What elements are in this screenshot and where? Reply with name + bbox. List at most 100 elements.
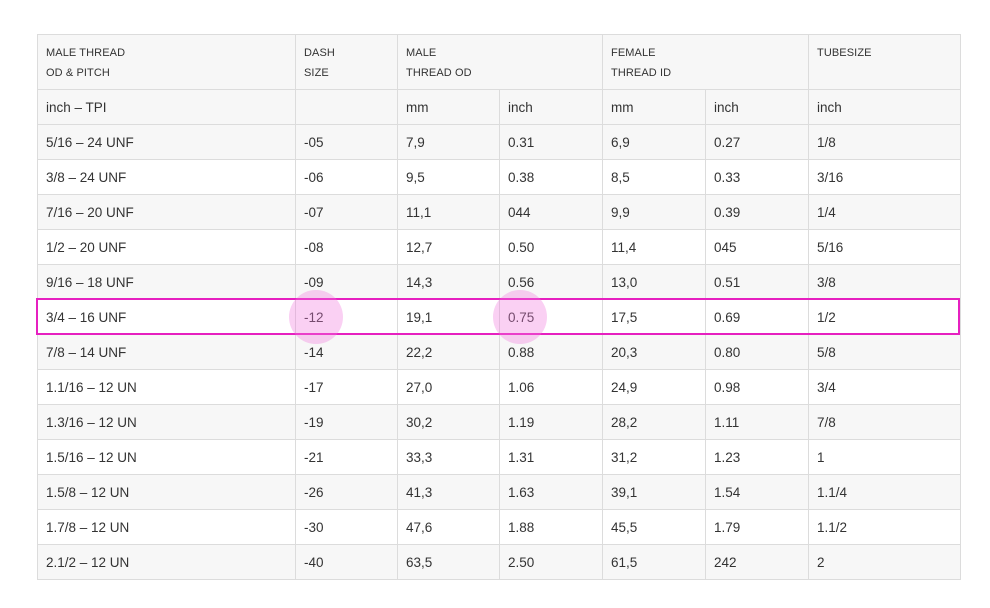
- tubesize-cell: 3/8: [808, 264, 961, 300]
- female-id-inch-cell: 0.69: [705, 299, 809, 335]
- female-id-inch-cell: 1.23: [705, 439, 809, 475]
- unit-cell: mm: [602, 89, 706, 125]
- thread-od-pitch-cell: 2.1/2 – 12 UN: [37, 544, 296, 580]
- female-id-inch-cell: 0.39: [705, 194, 809, 230]
- male-od-inch-cell: 1.88: [499, 509, 603, 545]
- header-tubesize: TUBESIZE: [808, 34, 961, 90]
- dash-size-cell: -12: [295, 299, 398, 335]
- female-id-inch-cell: 0.98: [705, 369, 809, 405]
- dash-size-cell: -08: [295, 229, 398, 265]
- female-id-mm-cell: 9,9: [602, 194, 706, 230]
- female-id-inch-cell: 1.54: [705, 474, 809, 510]
- table-row[interactable]: 1/2 – 20 UNF -08 12,7 0.50 11,4 045 5/16: [37, 229, 961, 265]
- dash-size-cell: -30: [295, 509, 398, 545]
- tubesize-cell: 3/16: [808, 159, 961, 195]
- female-id-inch-cell: 045: [705, 229, 809, 265]
- header-dash-size: DASH SIZE: [295, 34, 398, 90]
- male-od-inch-cell: 044: [499, 194, 603, 230]
- female-id-inch-cell: 0.80: [705, 334, 809, 370]
- tubesize-cell: 1/2: [808, 299, 961, 335]
- tubesize-cell: 5/8: [808, 334, 961, 370]
- thread-od-pitch-cell: 3/4 – 16 UNF: [37, 299, 296, 335]
- thread-size-table-container: MALE THREAD OD & PITCH DASH SIZE MALE TH…: [37, 34, 961, 580]
- thread-size-table: MALE THREAD OD & PITCH DASH SIZE MALE TH…: [37, 34, 961, 580]
- thread-od-pitch-cell: 7/16 – 20 UNF: [37, 194, 296, 230]
- male-od-mm-cell: 9,5: [397, 159, 500, 195]
- female-id-inch-cell: 0.51: [705, 264, 809, 300]
- tubesize-cell: 1/8: [808, 124, 961, 160]
- dash-size-cell: -14: [295, 334, 398, 370]
- unit-cell: inch – TPI: [37, 89, 296, 125]
- table-row[interactable]: 7/16 – 20 UNF -07 11,1 044 9,9 0.39 1/4: [37, 194, 961, 230]
- table-row[interactable]: 1.1/16 – 12 UN -17 27,0 1.06 24,9 0.98 3/4: [37, 369, 961, 405]
- thread-od-pitch-cell: 1.7/8 – 12 UN: [37, 509, 296, 545]
- female-id-inch-cell: 242: [705, 544, 809, 580]
- table-row[interactable]: 3/8 – 24 UNF -06 9,5 0.38 8,5 0.33 3/16: [37, 159, 961, 195]
- table-row[interactable]: 1.7/8 – 12 UN -30 47,6 1.88 45,5 1.79 1.1/2: [37, 509, 961, 545]
- header-female-thread-id: FEMALE THREAD ID: [602, 34, 809, 90]
- tubesize-cell: 3/4: [808, 369, 961, 405]
- female-id-mm-cell: 28,2: [602, 404, 706, 440]
- thread-od-pitch-cell: 1.5/16 – 12 UN: [37, 439, 296, 475]
- male-od-mm-cell: 19,1: [397, 299, 500, 335]
- female-id-mm-cell: 45,5: [602, 509, 706, 545]
- male-od-inch-cell: 2.50: [499, 544, 603, 580]
- tubesize-cell: 1.1/4: [808, 474, 961, 510]
- unit-cell: mm: [397, 89, 500, 125]
- header-row: MALE THREAD OD & PITCH DASH SIZE MALE TH…: [37, 34, 961, 90]
- dash-size-cell: -21: [295, 439, 398, 475]
- table-row[interactable]: 1.5/8 – 12 UN -26 41,3 1.63 39,1 1.54 1.1/4: [37, 474, 961, 510]
- dash-size-cell: -40: [295, 544, 398, 580]
- female-id-mm-cell: 17,5: [602, 299, 706, 335]
- table-row[interactable]: 5/16 – 24 UNF -05 7,9 0.31 6,9 0.27 1/8: [37, 124, 961, 160]
- tubesize-cell: 2: [808, 544, 961, 580]
- unit-cell: inch: [705, 89, 809, 125]
- table-row[interactable]: 9/16 – 18 UNF -09 14,3 0.56 13,0 0.51 3/8: [37, 264, 961, 300]
- table-row[interactable]: 7/8 – 14 UNF -14 22,2 0.88 20,3 0.80 5/8: [37, 334, 961, 370]
- header-male-thread-od-pitch: MALE THREAD OD & PITCH: [37, 34, 296, 90]
- male-od-mm-cell: 47,6: [397, 509, 500, 545]
- male-od-inch-cell: 0.31: [499, 124, 603, 160]
- male-od-mm-cell: 63,5: [397, 544, 500, 580]
- dash-size-cell: -05: [295, 124, 398, 160]
- tubesize-cell: 7/8: [808, 404, 961, 440]
- female-id-mm-cell: 31,2: [602, 439, 706, 475]
- male-od-inch-cell: 0.56: [499, 264, 603, 300]
- header-line: MALE: [406, 47, 437, 59]
- male-od-mm-cell: 11,1: [397, 194, 500, 230]
- table-row[interactable]: 1.5/16 – 12 UN -21 33,3 1.31 31,2 1.23 1: [37, 439, 961, 475]
- dash-size-cell: -26: [295, 474, 398, 510]
- header-line: THREAD ID: [611, 67, 672, 79]
- female-id-mm-cell: 11,4: [602, 229, 706, 265]
- thread-od-pitch-cell: 1.1/16 – 12 UN: [37, 369, 296, 405]
- tubesize-cell: 5/16: [808, 229, 961, 265]
- table-row[interactable]: 2.1/2 – 12 UN -40 63,5 2.50 61,5 242 2: [37, 544, 961, 580]
- thread-od-pitch-cell: 7/8 – 14 UNF: [37, 334, 296, 370]
- table-body: 5/16 – 24 UNF -05 7,9 0.31 6,9 0.27 1/8 3/8 – 2…: [37, 124, 961, 580]
- header-male-thread-od: MALE THREAD OD: [397, 34, 603, 90]
- header-line: FEMALE: [611, 47, 656, 59]
- female-id-mm-cell: 13,0: [602, 264, 706, 300]
- male-od-mm-cell: 41,3: [397, 474, 500, 510]
- male-od-mm-cell: 33,3: [397, 439, 500, 475]
- female-id-mm-cell: 20,3: [602, 334, 706, 370]
- male-od-inch-cell: 1.19: [499, 404, 603, 440]
- table-row[interactable]: 3/4 – 16 UNF -12 19,1 0.75 17,5 0.69 1/2: [37, 299, 961, 335]
- units-row: inch – TPI mm inch mm inch inch: [37, 89, 961, 125]
- female-id-mm-cell: 8,5: [602, 159, 706, 195]
- male-od-inch-cell: 0.88: [499, 334, 603, 370]
- tubesize-cell: 1/4: [808, 194, 961, 230]
- male-od-mm-cell: 7,9: [397, 124, 500, 160]
- header-line: DASH: [304, 47, 335, 59]
- thread-od-pitch-cell: 1/2 – 20 UNF: [37, 229, 296, 265]
- thread-od-pitch-cell: 1.5/8 – 12 UN: [37, 474, 296, 510]
- female-id-inch-cell: 0.27: [705, 124, 809, 160]
- female-id-mm-cell: 24,9: [602, 369, 706, 405]
- header-line: TUBESIZE: [817, 47, 872, 59]
- female-id-mm-cell: 61,5: [602, 544, 706, 580]
- table-row[interactable]: 1.3/16 – 12 UN -19 30,2 1.19 28,2 1.11 7/8: [37, 404, 961, 440]
- dash-size-cell: -17: [295, 369, 398, 405]
- male-od-inch-cell: 1.06: [499, 369, 603, 405]
- male-od-mm-cell: 30,2: [397, 404, 500, 440]
- male-od-mm-cell: 27,0: [397, 369, 500, 405]
